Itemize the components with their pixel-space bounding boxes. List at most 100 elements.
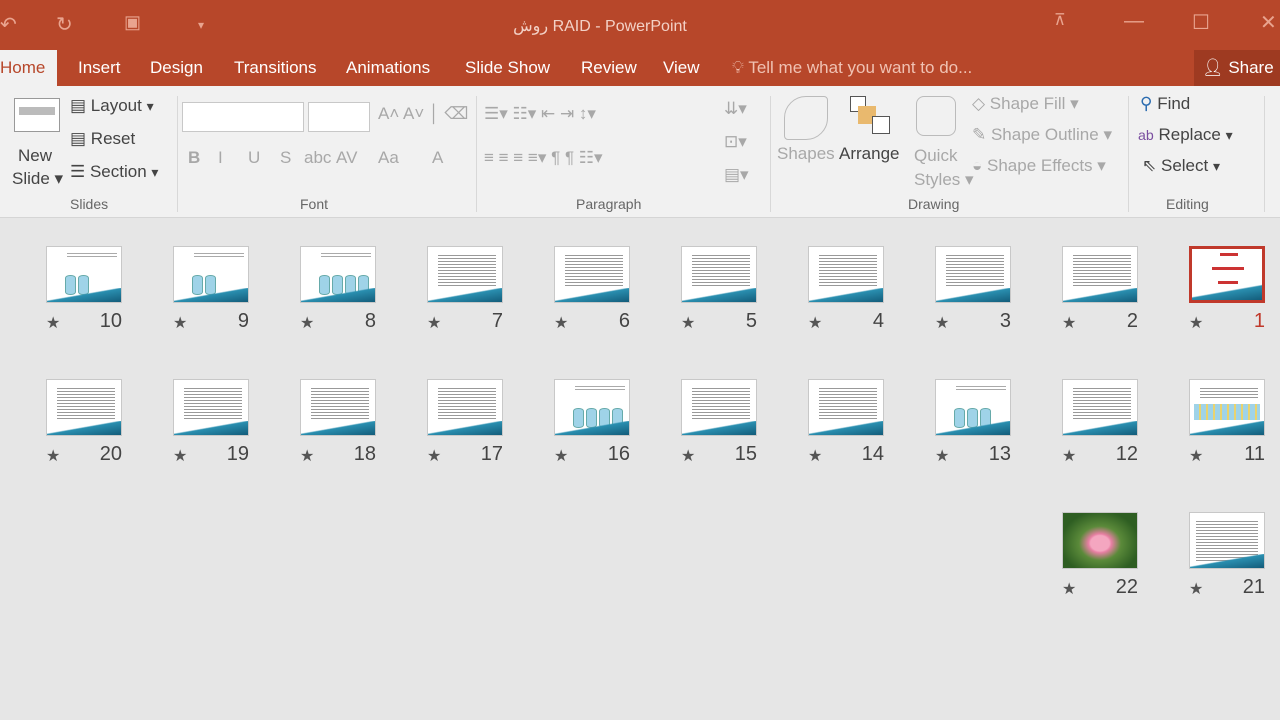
slide-thumbnail[interactable] xyxy=(1189,246,1265,303)
slide-thumbnail[interactable] xyxy=(427,379,503,436)
font-button-3[interactable]: S xyxy=(280,148,291,168)
font-button-7[interactable]: A xyxy=(432,148,443,168)
ribbon-home: New Slide ▾ ▤ Layout ▾ ▤ Reset ☰ Section… xyxy=(0,86,1280,218)
transition-star-icon[interactable]: ★ xyxy=(1062,446,1076,466)
layout-button[interactable]: ▤ Layout ▾ xyxy=(70,96,154,116)
slide-number: 22 xyxy=(1115,576,1138,598)
tab-transitions[interactable]: Transitions xyxy=(234,58,317,78)
quick-styles-icon[interactable] xyxy=(916,96,956,136)
slide-thumbnail[interactable] xyxy=(935,246,1011,303)
transition-star-icon[interactable]: ★ xyxy=(808,313,822,333)
close-button[interactable]: ✕ xyxy=(1260,10,1277,35)
shapes-button[interactable]: Shapes xyxy=(777,144,835,164)
shape-outline-button[interactable]: ✎ Shape Outline ▾ xyxy=(972,125,1112,145)
slide-thumbnail[interactable] xyxy=(300,379,376,436)
select-label: Select xyxy=(1160,156,1209,175)
shape-fill-label: Shape Fill xyxy=(989,94,1066,113)
transition-star-icon[interactable]: ★ xyxy=(173,313,187,333)
transition-star-icon[interactable]: ★ xyxy=(554,446,568,466)
slide-number: 5 xyxy=(745,310,757,332)
arrange-icon[interactable] xyxy=(850,96,890,136)
new-slide-dropdown[interactable]: Slide ▾ xyxy=(12,169,63,189)
align-buttons[interactable]: ≡ ≡ ≡ ≡▾ ¶ ¶ ☷▾ xyxy=(484,148,603,168)
shape-effects-button[interactable]: ◒ Shape Effects ▾ xyxy=(972,156,1106,176)
tab-slide-show[interactable]: Slide Show xyxy=(465,58,550,78)
shape-fill-button[interactable]: ◇ Shape Fill ▾ xyxy=(972,94,1079,114)
slide-thumbnail[interactable] xyxy=(46,246,122,303)
transition-star-icon[interactable]: ★ xyxy=(173,446,187,466)
transition-star-icon[interactable]: ★ xyxy=(554,313,568,333)
slide-thumbnail[interactable] xyxy=(808,246,884,303)
tab-insert[interactable]: Insert xyxy=(78,58,121,78)
slide-thumbnail[interactable] xyxy=(554,246,630,303)
font-button-2[interactable]: U xyxy=(248,148,260,168)
slide-thumbnail[interactable] xyxy=(681,379,757,436)
slide-thumbnail[interactable] xyxy=(554,379,630,436)
font-button-4[interactable]: abc xyxy=(304,148,331,168)
transition-star-icon[interactable]: ★ xyxy=(1189,313,1203,333)
transition-star-icon[interactable]: ★ xyxy=(935,446,949,466)
new-slide-button[interactable]: New xyxy=(18,146,52,166)
section-button[interactable]: ☰ Section ▾ xyxy=(70,162,159,182)
tab-design[interactable]: Design xyxy=(150,58,203,78)
transition-star-icon[interactable]: ★ xyxy=(427,446,441,466)
select-button[interactable]: ⇖ Select ▾ xyxy=(1142,156,1220,176)
transition-star-icon[interactable]: ★ xyxy=(46,446,60,466)
slide-thumbnail[interactable] xyxy=(1062,379,1138,436)
new-slide-label-2: Slide xyxy=(12,169,50,188)
font-size-buttons[interactable]: A˄ A˅ │ ⌫ xyxy=(378,104,468,124)
slide-thumbnail[interactable] xyxy=(1189,379,1265,436)
text-direction-buttons[interactable]: ⇊▾ ⊡▾ ▤▾ xyxy=(724,92,749,191)
tab-review[interactable]: Review xyxy=(581,58,637,78)
reset-button[interactable]: ▤ Reset xyxy=(70,129,135,149)
transition-star-icon[interactable]: ★ xyxy=(1062,579,1076,599)
slide-thumbnail[interactable] xyxy=(1189,512,1265,569)
tab-view[interactable]: View xyxy=(663,58,700,78)
slide-thumbnail[interactable] xyxy=(173,246,249,303)
minimize-button[interactable]: — xyxy=(1124,10,1144,33)
font-button-6[interactable]: Aa xyxy=(378,148,399,168)
new-slide-icon[interactable] xyxy=(14,98,60,132)
quick-styles-button[interactable]: Quick Styles ▾ xyxy=(914,144,974,192)
ribbon-display-icon[interactable]: ⊼ xyxy=(1054,10,1066,30)
slide-thumbnail[interactable] xyxy=(427,246,503,303)
slide-thumbnail[interactable] xyxy=(1062,512,1138,569)
transition-star-icon[interactable]: ★ xyxy=(427,313,441,333)
slide-thumbnail[interactable] xyxy=(1062,246,1138,303)
slide-number: 20 xyxy=(99,443,122,465)
font-button-0[interactable]: B xyxy=(188,148,200,168)
arrange-button[interactable]: Arrange xyxy=(839,144,899,164)
font-name-input[interactable] xyxy=(182,102,304,132)
transition-star-icon[interactable]: ★ xyxy=(300,446,314,466)
transition-star-icon[interactable]: ★ xyxy=(46,313,60,333)
shapes-icon[interactable] xyxy=(784,96,828,140)
tab-animations[interactable]: Animations xyxy=(346,58,430,78)
slide-thumbnail[interactable] xyxy=(935,379,1011,436)
maximize-button[interactable]: ☐ xyxy=(1192,10,1210,35)
tab-home[interactable]: Home xyxy=(0,50,58,86)
replace-button[interactable]: ab Replace ▾ xyxy=(1138,125,1233,145)
transition-star-icon[interactable]: ★ xyxy=(681,313,695,333)
arrange-label: Arrange xyxy=(839,144,900,163)
transition-star-icon[interactable]: ★ xyxy=(935,313,949,333)
list-indent-buttons[interactable]: ☰▾ ☷▾ ⇤ ⇥ ↕▾ xyxy=(484,104,596,124)
transition-star-icon[interactable]: ★ xyxy=(808,446,822,466)
slide-number: 15 xyxy=(734,443,757,465)
font-button-1[interactable]: I xyxy=(218,148,223,168)
transition-star-icon[interactable]: ★ xyxy=(681,446,695,466)
slide-thumbnail[interactable] xyxy=(46,379,122,436)
transition-star-icon[interactable]: ★ xyxy=(1062,313,1076,333)
find-button[interactable]: ⚲ Find xyxy=(1140,94,1190,114)
tell-me-search[interactable]: 💡︎ Tell me what you want to do... xyxy=(732,58,972,78)
font-size-input[interactable] xyxy=(308,102,370,132)
slide-thumbnail[interactable] xyxy=(808,379,884,436)
transition-star-icon[interactable]: ★ xyxy=(1189,446,1203,466)
slide-thumbnail[interactable] xyxy=(173,379,249,436)
share-button[interactable]: 👤︎ Share xyxy=(1194,50,1280,86)
slide-thumbnail[interactable] xyxy=(300,246,376,303)
font-button-5[interactable]: AV xyxy=(336,148,357,168)
slide-thumbnail[interactable] xyxy=(681,246,757,303)
transition-star-icon[interactable]: ★ xyxy=(300,313,314,333)
transition-star-icon[interactable]: ★ xyxy=(1189,579,1203,599)
slide-number: 19 xyxy=(226,443,249,465)
